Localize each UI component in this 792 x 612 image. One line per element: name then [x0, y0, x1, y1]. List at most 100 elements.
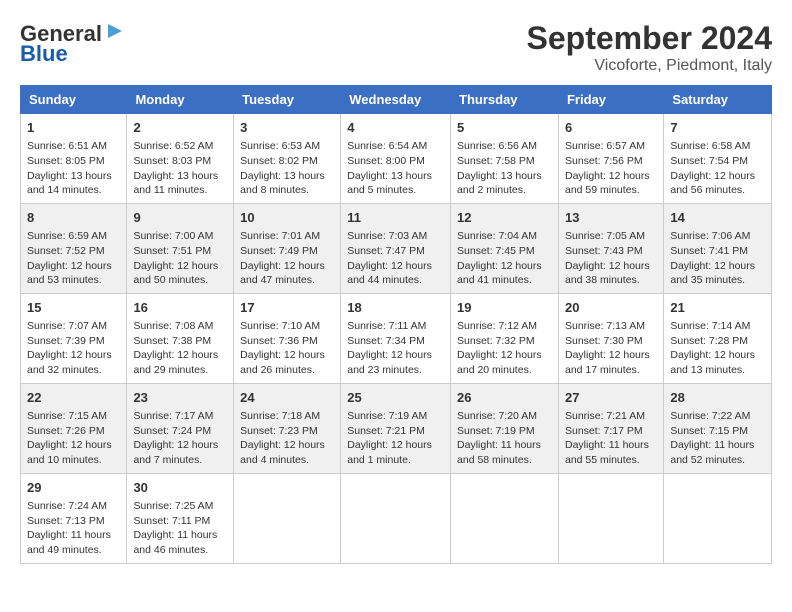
page-header: General Blue September 2024 Vicoforte, P…: [20, 20, 772, 75]
calendar-day-cell: 15 Sunrise: 7:07 AMSunset: 7:39 PMDayligh…: [21, 293, 127, 383]
calendar-day-cell: 17 Sunrise: 7:10 AMSunset: 7:36 PMDayligh…: [234, 293, 341, 383]
calendar-day-cell: 14 Sunrise: 7:06 AMSunset: 7:41 PMDayligh…: [664, 203, 772, 293]
calendar-day-cell: 20 Sunrise: 7:13 AMSunset: 7:30 PMDayligh…: [558, 293, 663, 383]
weekday-header-wednesday: Wednesday: [341, 86, 451, 114]
calendar-day-cell: 29 Sunrise: 7:24 AMSunset: 7:13 PMDayligh…: [21, 473, 127, 563]
calendar-day-cell: 11 Sunrise: 7:03 AMSunset: 7:47 PMDayligh…: [341, 203, 451, 293]
day-number: 9: [133, 209, 227, 227]
day-info: Sunrise: 7:03 AMSunset: 7:47 PMDaylight:…: [347, 229, 444, 288]
calendar-day-cell: 21 Sunrise: 7:14 AMSunset: 7:28 PMDayligh…: [664, 293, 772, 383]
day-number: 22: [27, 389, 120, 407]
calendar-week-row: 15 Sunrise: 7:07 AMSunset: 7:39 PMDayligh…: [21, 293, 772, 383]
day-number: 21: [670, 299, 765, 317]
month-title: September 2024: [527, 20, 772, 57]
day-info: Sunrise: 7:14 AMSunset: 7:28 PMDaylight:…: [670, 319, 765, 378]
logo: General Blue: [20, 20, 126, 67]
day-number: 27: [565, 389, 657, 407]
day-number: 15: [27, 299, 120, 317]
title-block: September 2024 Vicoforte, Piedmont, Ital…: [527, 20, 772, 75]
calendar-table: SundayMondayTuesdayWednesdayThursdayFrid…: [20, 85, 772, 564]
calendar-day-cell: [234, 473, 341, 563]
day-info: Sunrise: 7:24 AMSunset: 7:13 PMDaylight:…: [27, 499, 120, 558]
day-info: Sunrise: 7:15 AMSunset: 7:26 PMDaylight:…: [27, 409, 120, 468]
day-number: 16: [133, 299, 227, 317]
day-number: 1: [27, 119, 120, 137]
logo-arrow-icon: [104, 20, 126, 42]
calendar-day-cell: 30 Sunrise: 7:25 AMSunset: 7:11 PMDayligh…: [127, 473, 234, 563]
day-info: Sunrise: 7:05 AMSunset: 7:43 PMDaylight:…: [565, 229, 657, 288]
day-info: Sunrise: 7:01 AMSunset: 7:49 PMDaylight:…: [240, 229, 334, 288]
calendar-day-cell: 19Sunrise: 7:12 AMSunset: 7:32 PMDayligh…: [451, 293, 559, 383]
day-number: 2: [133, 119, 227, 137]
day-info: Sunrise: 7:07 AMSunset: 7:39 PMDaylight:…: [27, 319, 120, 378]
day-info: Sunrise: 6:51 AMSunset: 8:05 PMDaylight:…: [27, 139, 120, 198]
calendar-day-cell: 22 Sunrise: 7:15 AMSunset: 7:26 PMDayligh…: [21, 383, 127, 473]
calendar-day-cell: 18 Sunrise: 7:11 AMSunset: 7:34 PMDayligh…: [341, 293, 451, 383]
day-info: Sunrise: 7:11 AMSunset: 7:34 PMDaylight:…: [347, 319, 444, 378]
day-number: 7: [670, 119, 765, 137]
day-info: Sunrise: 6:59 AMSunset: 7:52 PMDaylight:…: [27, 229, 120, 288]
day-number: 14: [670, 209, 765, 227]
day-number: 18: [347, 299, 444, 317]
day-info: Sunrise: 7:17 AMSunset: 7:24 PMDaylight:…: [133, 409, 227, 468]
day-info: Sunrise: 7:13 AMSunset: 7:30 PMDaylight:…: [565, 319, 657, 378]
day-info: Sunrise: 7:04 AMSunset: 7:45 PMDaylight:…: [457, 229, 552, 288]
day-info: Sunrise: 7:08 AMSunset: 7:38 PMDaylight:…: [133, 319, 227, 378]
calendar-week-row: 29 Sunrise: 7:24 AMSunset: 7:13 PMDayligh…: [21, 473, 772, 563]
calendar-day-cell: 28 Sunrise: 7:22 AMSunset: 7:15 PMDayligh…: [664, 383, 772, 473]
day-number: 17: [240, 299, 334, 317]
calendar-day-cell: 4 Sunrise: 6:54 AMSunset: 8:00 PMDaylight…: [341, 114, 451, 204]
day-number: 30: [133, 479, 227, 497]
day-info: Sunrise: 7:22 AMSunset: 7:15 PMDaylight:…: [670, 409, 765, 468]
day-info: Sunrise: 6:53 AMSunset: 8:02 PMDaylight:…: [240, 139, 334, 198]
day-number: 28: [670, 389, 765, 407]
day-info: Sunrise: 6:54 AMSunset: 8:00 PMDaylight:…: [347, 139, 444, 198]
weekday-header-monday: Monday: [127, 86, 234, 114]
weekday-header-friday: Friday: [558, 86, 663, 114]
logo-text-blue: Blue: [20, 41, 68, 67]
calendar-day-cell: [664, 473, 772, 563]
calendar-day-cell: [341, 473, 451, 563]
calendar-day-cell: 25Sunrise: 7:19 AMSunset: 7:21 PMDayligh…: [341, 383, 451, 473]
day-number: 4: [347, 119, 444, 137]
day-info: Sunrise: 7:00 AMSunset: 7:51 PMDaylight:…: [133, 229, 227, 288]
calendar-header-row: SundayMondayTuesdayWednesdayThursdayFrid…: [21, 86, 772, 114]
calendar-day-cell: 16 Sunrise: 7:08 AMSunset: 7:38 PMDayligh…: [127, 293, 234, 383]
day-number: 3: [240, 119, 334, 137]
day-info: Sunrise: 6:56 AMSunset: 7:58 PMDaylight:…: [457, 139, 552, 198]
day-info: Sunrise: 7:10 AMSunset: 7:36 PMDaylight:…: [240, 319, 334, 378]
day-info: Sunrise: 6:52 AMSunset: 8:03 PMDaylight:…: [133, 139, 227, 198]
calendar-day-cell: 3 Sunrise: 6:53 AMSunset: 8:02 PMDaylight…: [234, 114, 341, 204]
calendar-day-cell: 10 Sunrise: 7:01 AMSunset: 7:49 PMDayligh…: [234, 203, 341, 293]
day-info: Sunrise: 7:18 AMSunset: 7:23 PMDaylight:…: [240, 409, 334, 468]
calendar-day-cell: 1 Sunrise: 6:51 AMSunset: 8:05 PMDaylight…: [21, 114, 127, 204]
calendar-day-cell: 2 Sunrise: 6:52 AMSunset: 8:03 PMDaylight…: [127, 114, 234, 204]
day-info: Sunrise: 7:21 AMSunset: 7:17 PMDaylight:…: [565, 409, 657, 468]
day-number: 13: [565, 209, 657, 227]
day-info: Sunrise: 7:06 AMSunset: 7:41 PMDaylight:…: [670, 229, 765, 288]
day-info: Sunrise: 7:25 AMSunset: 7:11 PMDaylight:…: [133, 499, 227, 558]
day-number: 29: [27, 479, 120, 497]
day-number: 20: [565, 299, 657, 317]
calendar-day-cell: 5 Sunrise: 6:56 AMSunset: 7:58 PMDaylight…: [451, 114, 559, 204]
calendar-week-row: 22 Sunrise: 7:15 AMSunset: 7:26 PMDayligh…: [21, 383, 772, 473]
calendar-day-cell: [558, 473, 663, 563]
day-number: 5: [457, 119, 552, 137]
day-info: Sunrise: 7:19 AMSunset: 7:21 PMDaylight:…: [347, 409, 444, 468]
calendar-day-cell: [451, 473, 559, 563]
calendar-day-cell: 7Sunrise: 6:58 AMSunset: 7:54 PMDaylight…: [664, 114, 772, 204]
day-number: 26: [457, 389, 552, 407]
weekday-header-thursday: Thursday: [451, 86, 559, 114]
day-info: Sunrise: 6:57 AMSunset: 7:56 PMDaylight:…: [565, 139, 657, 198]
calendar-day-cell: 9 Sunrise: 7:00 AMSunset: 7:51 PMDaylight…: [127, 203, 234, 293]
weekday-header-tuesday: Tuesday: [234, 86, 341, 114]
day-number: 10: [240, 209, 334, 227]
day-number: 24: [240, 389, 334, 407]
day-info: Sunrise: 7:20 AMSunset: 7:19 PMDaylight:…: [457, 409, 552, 468]
day-number: 11: [347, 209, 444, 227]
calendar-day-cell: 24 Sunrise: 7:18 AMSunset: 7:23 PMDayligh…: [234, 383, 341, 473]
calendar-week-row: 1 Sunrise: 6:51 AMSunset: 8:05 PMDaylight…: [21, 114, 772, 204]
day-number: 19: [457, 299, 552, 317]
calendar-day-cell: 8Sunrise: 6:59 AMSunset: 7:52 PMDaylight…: [21, 203, 127, 293]
day-number: 12: [457, 209, 552, 227]
